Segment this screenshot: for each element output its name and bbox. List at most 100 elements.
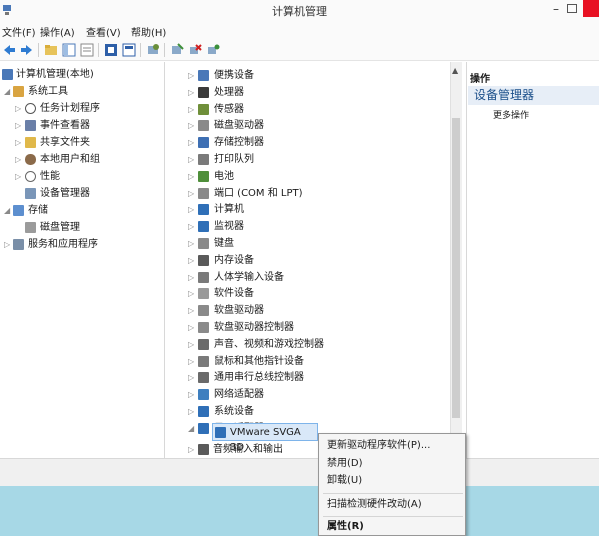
expand-caret-icon[interactable]: ▷: [188, 403, 196, 420]
scan-icon[interactable]: [146, 43, 160, 57]
expand-caret-icon[interactable]: ▷: [188, 336, 196, 353]
portable-device-icon: [198, 70, 209, 81]
device-category-label: 端口 (COM 和 LPT): [214, 187, 303, 199]
device-category-label: 系统设备: [214, 406, 254, 417]
status-bar: [0, 458, 599, 486]
port-icon: [198, 187, 209, 199]
system-tools-icon: [13, 86, 24, 97]
selected-device-row[interactable]: VMware SVGA 3D: [212, 423, 318, 453]
export-icon[interactable]: [80, 43, 94, 57]
device-manager-icon: [25, 188, 36, 199]
expand-caret-icon[interactable]: ▷: [188, 201, 196, 218]
toolbar-separator: [38, 43, 39, 57]
menu-view[interactable]: 查看(V): [86, 24, 121, 39]
expand-caret-icon[interactable]: ▷: [188, 441, 196, 458]
usb-icon: [198, 372, 209, 384]
disk-management-icon: [25, 222, 36, 233]
more-actions-link[interactable]: 更多操作: [493, 108, 529, 121]
menu-action[interactable]: 操作(A): [40, 24, 75, 39]
device-category-label: 软盘驱动器: [214, 305, 264, 317]
show-tree-icon[interactable]: [62, 43, 76, 57]
device-category-label: 存储控制器: [214, 137, 264, 149]
audio-icon: [198, 338, 209, 350]
expand-caret-icon[interactable]: ▷: [188, 185, 196, 202]
expand-caret-icon[interactable]: ▷: [188, 235, 196, 252]
device-list-pane: ▷ 便携设备 ▷ 处理器 ▷ 传感器 ▷ 磁盘驱动器 ▷ 存储控制器 ▷ 打印队列 ▷ 电池 ▷ 端口 (CO…: [166, 62, 462, 458]
forward-icon[interactable]: [20, 43, 34, 57]
help-icon[interactable]: [104, 43, 118, 57]
expand-caret-icon[interactable]: ▷: [188, 117, 196, 134]
device-category-label: 鼠标和其他指针设备: [214, 355, 304, 367]
menu-scan-hardware[interactable]: 扫描检测硬件改动(A): [327, 496, 463, 513]
computer-icon: [198, 204, 209, 216]
expand-caret-icon[interactable]: ▷: [188, 386, 196, 403]
expand-caret-icon[interactable]: ▷: [188, 319, 196, 336]
minimize-button[interactable]: –: [549, 3, 563, 17]
device-category-label: 软件设备: [214, 288, 254, 300]
expand-caret-icon[interactable]: ▷: [15, 100, 23, 117]
expand-caret-icon[interactable]: ▷: [15, 168, 23, 185]
expand-caret-icon[interactable]: ▷: [188, 101, 196, 118]
sensor-icon: [198, 103, 209, 115]
menu-update-driver[interactable]: 更新驱动程序软件(P)...: [327, 437, 463, 454]
tree-label: 任务计划程序: [40, 103, 100, 114]
expand-caret-icon[interactable]: ▷: [188, 67, 196, 84]
collapse-caret-icon[interactable]: ◢: [4, 83, 12, 100]
expand-caret-icon[interactable]: ▷: [188, 269, 196, 286]
expand-caret-icon[interactable]: ▷: [188, 285, 196, 302]
floppy-controller-icon: [198, 322, 209, 333]
actions-pane: [466, 62, 599, 458]
expand-caret-icon[interactable]: ▷: [188, 302, 196, 319]
network-adapter-icon: [198, 389, 209, 401]
expand-caret-icon[interactable]: ▷: [188, 369, 196, 386]
expand-caret-icon[interactable]: ▷: [15, 134, 23, 151]
menu-disable[interactable]: 禁用(D): [327, 455, 463, 472]
device-category-label: 键盘: [214, 238, 234, 249]
menu-properties[interactable]: 属性(R): [327, 518, 463, 535]
expand-caret-icon[interactable]: ▷: [188, 168, 196, 185]
menu-file[interactable]: 文件(F): [2, 24, 36, 39]
floppy-drive-icon: [198, 305, 209, 317]
device-category-label: 通用串行总线控制器: [214, 372, 304, 384]
device-category-label: 计算机: [214, 204, 244, 216]
close-button[interactable]: [583, 0, 599, 17]
expand-caret-icon[interactable]: ▷: [188, 151, 196, 168]
window-title: 计算机管理: [272, 5, 327, 18]
scroll-thumb[interactable]: [452, 118, 460, 418]
expand-caret-icon[interactable]: ▷: [188, 84, 196, 101]
expand-caret-icon[interactable]: ▷: [188, 134, 196, 151]
device-category-label: 处理器: [214, 86, 244, 98]
expand-caret-icon[interactable]: ▷: [188, 252, 196, 269]
expand-caret-icon[interactable]: ▷: [15, 117, 23, 134]
expand-caret-icon[interactable]: ▷: [188, 218, 196, 235]
expand-caret-icon[interactable]: ▷: [4, 236, 12, 253]
up-icon[interactable]: [44, 43, 58, 57]
properties-icon[interactable]: [122, 43, 136, 57]
actions-section-title[interactable]: 设备管理器: [468, 86, 599, 105]
processor-icon: [198, 86, 209, 98]
menu-separator: [323, 493, 463, 494]
device-category-label: 监视器: [214, 221, 244, 233]
collapse-caret-icon[interactable]: ◢: [4, 202, 12, 219]
tree-label: 本地用户和组: [40, 154, 100, 165]
device-category-label: 便携设备: [214, 70, 254, 81]
menu-help[interactable]: 帮助(H): [131, 24, 166, 39]
taskbar: [0, 486, 599, 536]
device-category-label: 打印队列: [214, 154, 254, 165]
expand-caret-icon[interactable]: ▷: [15, 151, 23, 168]
collapse-caret-icon[interactable]: ◢: [188, 420, 196, 437]
expand-caret-icon[interactable]: ▷: [188, 353, 196, 370]
tree-label: 服务和应用程序: [28, 239, 98, 250]
hid-icon: [198, 271, 209, 283]
performance-icon: [25, 171, 36, 182]
disable-icon[interactable]: [188, 43, 202, 57]
audio-io-icon: [198, 444, 209, 455]
computer-management-icon: [2, 69, 13, 80]
back-icon[interactable]: [2, 43, 16, 57]
rollback-icon[interactable]: [206, 43, 220, 57]
monitor-icon: [198, 221, 209, 233]
scroll-up-icon[interactable]: ▲: [452, 66, 458, 75]
uninstall-icon[interactable]: [170, 43, 184, 57]
menu-uninstall[interactable]: 卸载(U): [327, 472, 463, 489]
maximize-button[interactable]: [567, 4, 577, 13]
